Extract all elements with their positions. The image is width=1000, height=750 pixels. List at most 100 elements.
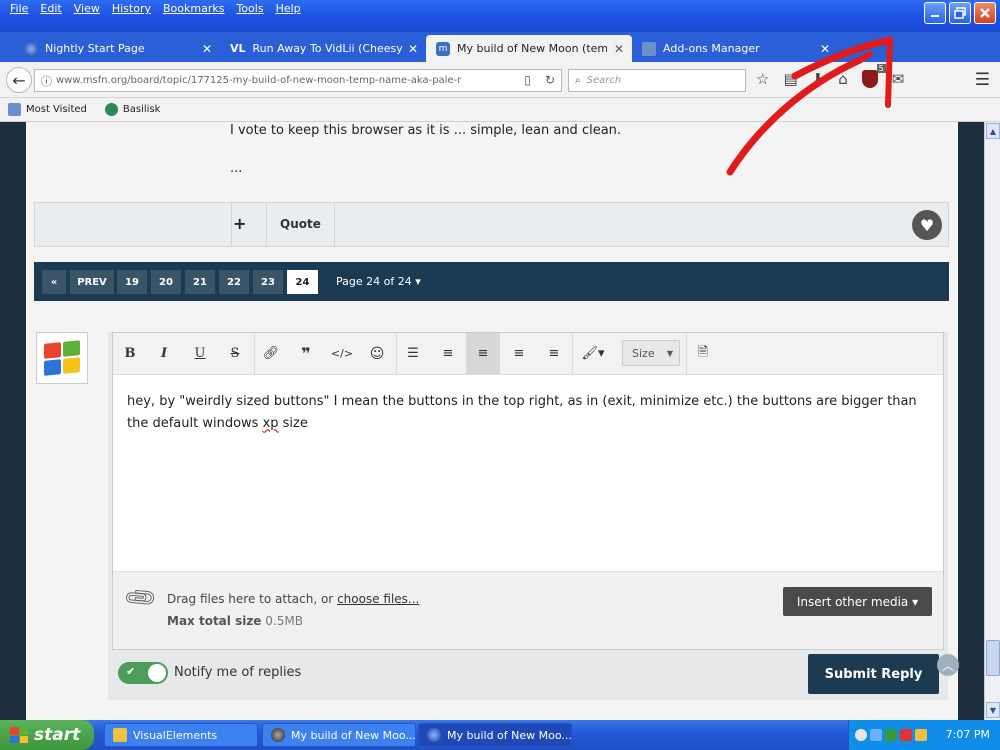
align-center-button[interactable]: ≡	[502, 333, 536, 374]
info-icon: ⓘ	[41, 74, 52, 88]
paperclip-icon: 📎︎	[122, 579, 160, 618]
page-scrollbar[interactable]: ▲ ▼	[984, 122, 1000, 720]
url-bar[interactable]: ⓘ www.msfn.org/board/topic/177125-my-bui…	[34, 69, 562, 92]
link-button[interactable]: 🔗︎	[254, 333, 288, 374]
code-button[interactable]: </>	[325, 333, 359, 374]
folder-icon	[8, 103, 21, 116]
antivirus-icon[interactable]	[900, 729, 912, 741]
emoji-button[interactable]: ☺	[360, 333, 394, 374]
reply-textarea[interactable]: hey, by "weirdly sized buttons" I mean t…	[127, 391, 937, 435]
restore-button[interactable]	[949, 2, 971, 24]
scroll-up-arrow[interactable]: ▲	[986, 123, 1000, 139]
rich-text-editor: B I U S 🔗︎ ❞ </> ☺ ☰ ≡ ≡ ≡ ≡ 🖌︎▾ Size ▼ …	[112, 332, 944, 650]
current-page-button[interactable]: 24	[287, 270, 318, 294]
code-icon: </>	[330, 347, 354, 360]
menu-history[interactable]: History	[106, 2, 157, 15]
back-arrow-icon: ←	[12, 70, 26, 90]
bold-button[interactable]: B	[113, 333, 147, 374]
strikethrough-button[interactable]: S	[218, 333, 252, 374]
menu-bookmarks[interactable]: Bookmarks	[157, 2, 230, 15]
signal-icon[interactable]	[915, 729, 927, 741]
network-icon[interactable]	[870, 729, 882, 741]
insert-media-button[interactable]: Insert other media ▾	[783, 587, 932, 616]
preview-button[interactable]: 🗎︎	[686, 333, 720, 374]
tab-vidlii[interactable]: VL Run Away To VidLii (Cheesy Cla ✕	[220, 35, 426, 62]
choose-files-link[interactable]: choose files...	[337, 592, 419, 606]
menu-edit[interactable]: Edit	[34, 2, 67, 15]
windows-flag-icon	[10, 727, 28, 743]
page-viewport: I vote to keep this browser as it is ...…	[0, 122, 984, 720]
tray-chevron-icon[interactable]	[855, 729, 867, 741]
underline-button[interactable]: U	[183, 333, 217, 374]
tab-new-moon[interactable]: m My build of New Moon (temp. na ✕	[426, 35, 632, 62]
like-heart-icon[interactable]: ♥	[912, 210, 942, 240]
basilisk-icon	[104, 103, 118, 116]
align-right-button[interactable]: ≡	[537, 333, 571, 374]
color-button[interactable]: 🖌︎▾	[576, 333, 610, 374]
security-icon[interactable]	[885, 729, 897, 741]
forum-page: I vote to keep this browser as it is ...…	[26, 122, 959, 720]
scroll-to-top-button[interactable]: ︿	[937, 654, 959, 676]
url-text[interactable]: www.msfn.org/board/topic/177125-my-build…	[56, 75, 461, 86]
reload-icon[interactable]: ↻	[545, 73, 555, 87]
font-size-dropdown[interactable]: Size ▼	[622, 340, 680, 366]
page-jump-dropdown[interactable]: Page 24 of 24 ▾	[336, 275, 421, 288]
quote-format-button[interactable]: ❞	[289, 333, 323, 374]
attachment-area[interactable]: 📎︎ Drag files here to attach, or choose …	[113, 571, 943, 649]
start-button[interactable]: start	[0, 720, 94, 750]
bullet-list-icon: ☰	[407, 346, 419, 361]
close-tab-icon[interactable]: ✕	[202, 42, 212, 56]
window-titlebar: File Edit View History Bookmarks Tools H…	[0, 0, 1000, 32]
menu-tools[interactable]: Tools	[230, 2, 269, 15]
windows-taskbar: start VisualElements My build of New Moo…	[0, 720, 1000, 750]
menu-hamburger-icon[interactable]: ☰	[975, 70, 990, 90]
bookmark-basilisk[interactable]: Basilisk	[104, 103, 160, 116]
menu-file[interactable]: File	[4, 2, 34, 15]
page-button[interactable]: 19	[117, 270, 147, 294]
notify-toggle[interactable]: ✔	[118, 662, 168, 684]
search-icon: ⌕	[575, 75, 581, 86]
taskbar-item-active[interactable]: My build of New Moo...	[418, 723, 572, 747]
close-tab-icon[interactable]: ✕	[614, 42, 624, 56]
vidlii-icon: VL	[230, 41, 246, 55]
multiquote-button[interactable]: +	[233, 214, 246, 233]
scroll-down-arrow[interactable]: ▼	[986, 702, 1000, 718]
caret-down-icon: ▼	[666, 348, 673, 358]
scroll-thumb[interactable]	[986, 640, 1000, 676]
align-left-button[interactable]: ≡	[466, 333, 500, 374]
clock[interactable]: 7:07 PM	[946, 728, 990, 741]
numbered-list-button[interactable]: ≡	[431, 333, 465, 374]
browser-icon	[427, 728, 441, 742]
back-button[interactable]: ←	[6, 67, 32, 93]
quote-button[interactable]: Quote	[280, 217, 321, 231]
menu-help[interactable]: Help	[270, 2, 307, 15]
caret-down-icon: ▾	[912, 594, 919, 609]
close-button[interactable]	[974, 2, 996, 24]
prev-page-button[interactable]: PREV	[70, 270, 114, 294]
tab-nightly-start[interactable]: Nightly Start Page ✕	[14, 35, 220, 62]
minimize-icon	[931, 15, 939, 17]
editor-toolbar: B I U S 🔗︎ ❞ </> ☺ ☰ ≡ ≡ ≡ ≡ 🖌︎▾ Size ▼ …	[113, 333, 943, 375]
menu-view[interactable]: View	[68, 2, 106, 15]
avatar[interactable]	[36, 332, 88, 384]
taskbar-item[interactable]: My build of New Moo...	[262, 723, 416, 747]
page-button[interactable]: 21	[185, 270, 215, 294]
close-tab-icon[interactable]: ✕	[408, 42, 418, 56]
minimize-button[interactable]	[924, 2, 946, 24]
first-page-button[interactable]: «	[42, 270, 66, 294]
folder-icon	[113, 728, 127, 742]
page-button[interactable]: 20	[151, 270, 181, 294]
bookmark-most-visited[interactable]: Most Visited	[8, 103, 87, 116]
reply-form: B I U S 🔗︎ ❞ </> ☺ ☰ ≡ ≡ ≡ ≡ 🖌︎▾ Size ▼ …	[108, 332, 948, 700]
page-button[interactable]: 23	[253, 270, 283, 294]
taskbar-item[interactable]: VisualElements	[104, 723, 258, 747]
bullet-list-button[interactable]: ☰	[396, 333, 430, 374]
align-left-icon: ≡	[477, 346, 489, 361]
page-button[interactable]: 22	[219, 270, 249, 294]
submit-reply-button[interactable]: Submit Reply	[808, 654, 939, 694]
italic-button[interactable]: I	[147, 333, 181, 374]
menu-bar: File Edit View History Bookmarks Tools H…	[4, 2, 307, 15]
quote-icon: ❞	[301, 344, 311, 363]
pagination: « PREV 19 20 21 22 23 24 Page 24 of 24 ▾	[34, 262, 949, 301]
reader-view-icon[interactable]: ▯	[524, 73, 531, 87]
